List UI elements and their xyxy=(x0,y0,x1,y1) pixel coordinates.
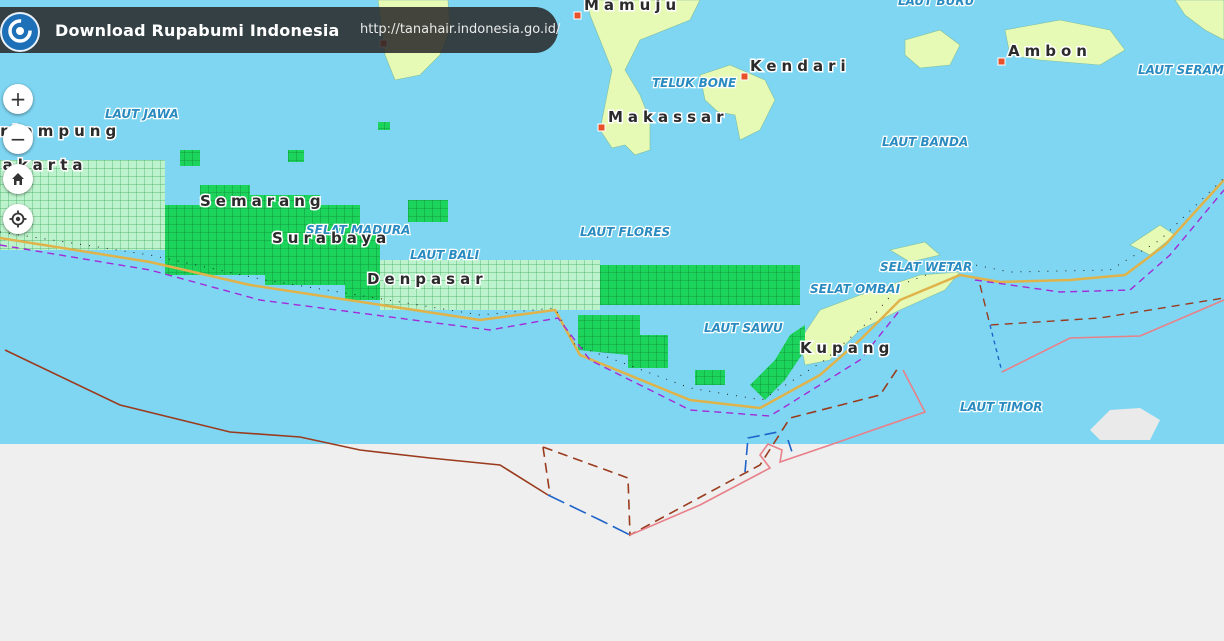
sea-label: LAUT JAWA xyxy=(105,107,179,121)
logo-mark xyxy=(8,19,32,43)
locate-button[interactable] xyxy=(3,204,33,234)
map-sheet-grid-dark xyxy=(695,370,725,385)
city-label: Ambon xyxy=(1008,42,1092,60)
sea-label: LAUT SAWU xyxy=(704,321,783,335)
sea-label: LAUT FLORES xyxy=(580,225,670,239)
sea-label: LAUT TIMOR xyxy=(960,400,1043,414)
home-icon xyxy=(12,173,24,185)
page-title: Download Rupabumi Indonesia xyxy=(55,21,340,40)
zoom-out-button[interactable]: − xyxy=(3,124,33,154)
city-label: Kupang xyxy=(800,339,894,357)
sea-label: LAUT BANDA xyxy=(882,135,968,149)
map-sheet-grid-dark xyxy=(600,265,800,305)
map-canvas[interactable]: LAUT BURU LAUT JAWA TELUK BONE LAUT SERA… xyxy=(0,0,1224,641)
city-marker[interactable] xyxy=(740,72,749,81)
city-label: Kendari xyxy=(750,57,851,75)
city-label: Surabaya xyxy=(272,229,391,247)
zoom-in-button[interactable]: + xyxy=(3,84,33,114)
site-url-link[interactable]: http://tanahair.indonesia.go.id/ xyxy=(360,22,560,37)
map-sheet-grid-dark xyxy=(408,200,448,222)
city-marker[interactable] xyxy=(573,11,582,20)
no-data-area xyxy=(0,444,1224,641)
city-label: Semarang xyxy=(200,192,326,210)
home-button[interactable] xyxy=(3,164,33,194)
city-marker[interactable] xyxy=(997,57,1006,66)
sea-label: LAUT SERAM xyxy=(1138,63,1224,77)
sea-label: LAUT BALI xyxy=(410,248,480,262)
title-bar: Download Rupabumi Indonesia http://tanah… xyxy=(0,7,560,53)
city-marker[interactable] xyxy=(597,123,606,132)
sea-label: TELUK BONE xyxy=(652,76,737,90)
map-sheet-grid-dark xyxy=(288,150,304,162)
sea-label: SELAT WETAR xyxy=(880,260,972,274)
sea-label: SELAT OMBAI xyxy=(810,282,901,296)
map-sheet-grid-dark xyxy=(378,122,390,130)
city-label: Makassar xyxy=(608,108,729,126)
map-sheet-grid-dark xyxy=(180,150,200,166)
sea-label: LAUT BURU xyxy=(898,0,975,8)
geospatial-agency-logo-icon[interactable] xyxy=(0,12,40,52)
locate-icon xyxy=(9,210,27,228)
city-label: Denpasar xyxy=(367,270,488,288)
city-label: Mamuju xyxy=(584,0,681,14)
